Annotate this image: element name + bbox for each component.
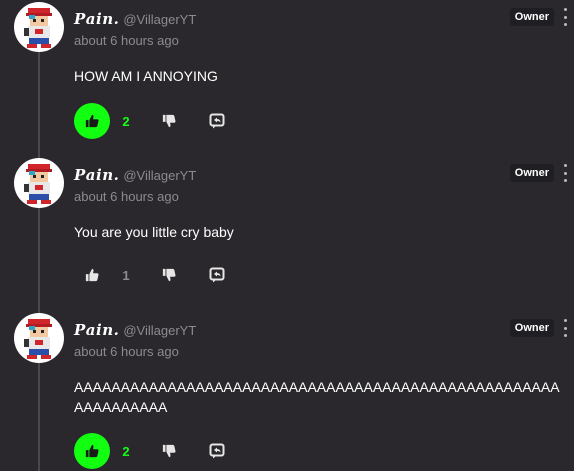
comment-actions: 1	[74, 257, 232, 293]
like-count: 2	[122, 443, 130, 459]
timestamp: about 6 hours ago	[74, 189, 179, 204]
like-button[interactable]	[74, 433, 110, 469]
comment-actions: 2	[74, 103, 232, 139]
reply-icon	[209, 443, 225, 459]
thumbs-up-icon	[85, 268, 99, 282]
kebab-menu-icon[interactable]	[562, 164, 568, 182]
username[interactable]: 𝑷𝒂𝒊𝒏. @VillagerYT	[74, 321, 196, 339]
comment-text: You are you little cry baby	[74, 224, 234, 240]
avatar[interactable]	[14, 2, 64, 52]
user-handle: @VillagerYT	[123, 168, 197, 183]
user-handle: @VillagerYT	[123, 323, 197, 338]
owner-badge: Owner	[509, 8, 554, 26]
like-count: 1	[122, 267, 130, 283]
kebab-menu-icon[interactable]	[562, 319, 568, 337]
like-button[interactable]	[74, 257, 110, 293]
timestamp: about 6 hours ago	[74, 344, 179, 359]
avatar-image	[24, 164, 52, 204]
reply-icon	[209, 113, 225, 129]
thumbs-up-icon	[85, 114, 99, 128]
comment-actions: 2	[74, 433, 232, 469]
reply-icon	[209, 267, 225, 283]
thumbs-up-icon	[85, 444, 99, 458]
reply-button[interactable]	[202, 436, 232, 466]
reply-button[interactable]	[202, 260, 232, 290]
avatar[interactable]	[14, 158, 64, 208]
comment-text: HOW AM I ANNOYING	[74, 68, 218, 84]
thumbs-down-icon	[162, 268, 176, 282]
username-text: 𝑷𝒂𝒊𝒏.	[74, 321, 120, 339]
username[interactable]: 𝑷𝒂𝒊𝒏. @VillagerYT	[74, 166, 196, 184]
avatar-image	[24, 319, 52, 359]
comment-thread: 𝑷𝒂𝒊𝒏. @VillagerYT about 6 hours ago Owner…	[0, 0, 574, 471]
username-text: 𝑷𝒂𝒊𝒏.	[74, 166, 120, 184]
like-count: 2	[122, 113, 130, 129]
thumbs-down-icon	[162, 114, 176, 128]
kebab-menu-icon[interactable]	[562, 8, 568, 26]
username-text: 𝑷𝒂𝒊𝒏.	[74, 10, 120, 28]
thread-line	[38, 52, 40, 471]
timestamp: about 6 hours ago	[74, 33, 179, 48]
like-button[interactable]	[74, 103, 110, 139]
thumbs-down-icon	[162, 444, 176, 458]
owner-badge: Owner	[509, 319, 554, 337]
user-handle: @VillagerYT	[123, 12, 197, 27]
reply-button[interactable]	[202, 106, 232, 136]
comment-text: AAAAAAAAAAAAAAAAAAAAAAAAAAAAAAAAAAAAAAAA…	[74, 379, 560, 415]
avatar[interactable]	[14, 313, 64, 363]
avatar-image	[24, 8, 52, 48]
dislike-button[interactable]	[154, 260, 184, 290]
owner-badge: Owner	[509, 164, 554, 182]
username[interactable]: 𝑷𝒂𝒊𝒏. @VillagerYT	[74, 10, 196, 28]
dislike-button[interactable]	[154, 106, 184, 136]
dislike-button[interactable]	[154, 436, 184, 466]
